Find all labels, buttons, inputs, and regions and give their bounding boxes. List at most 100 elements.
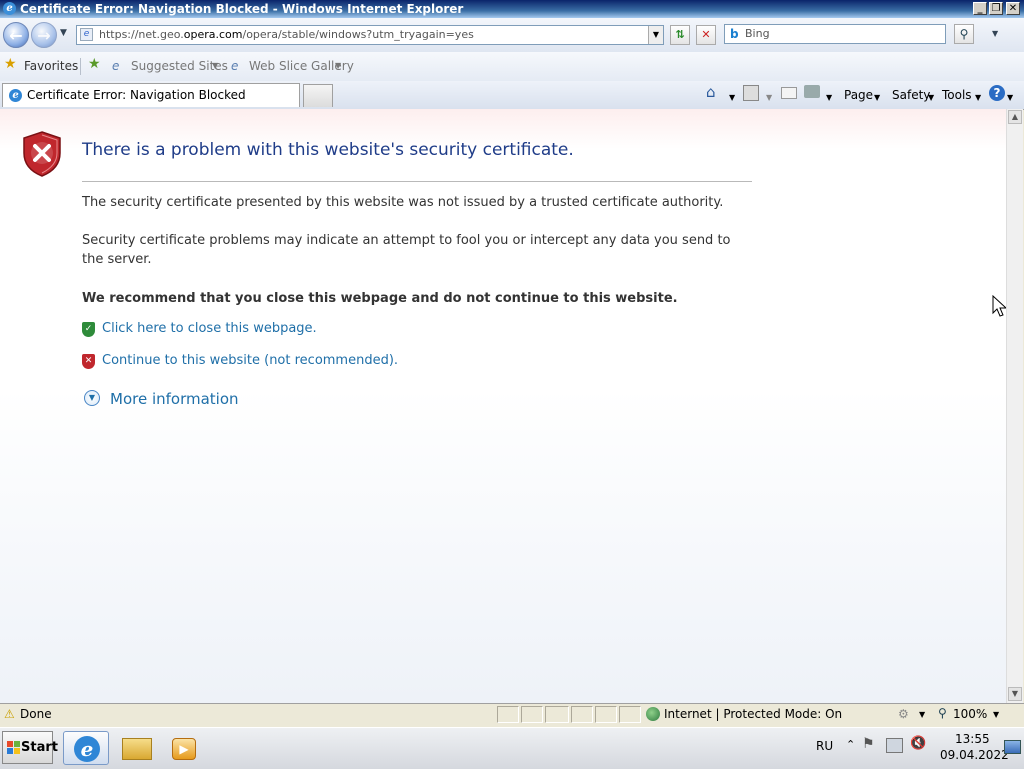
favorites-divider [80,58,81,75]
status-text: Done [20,707,52,721]
address-bar[interactable]: e https://net.geo.opera.com/opera/stable… [76,25,664,45]
restore-button[interactable]: ❐ [989,2,1003,15]
print-dropdown-icon[interactable]: ▼ [826,90,832,106]
address-url[interactable]: https://net.geo.opera.com/opera/stable/w… [99,26,474,44]
status-cell [619,706,641,723]
scroll-up-icon[interactable]: ▲ [1008,110,1022,124]
ie-slice-icon: e [231,59,239,73]
home-dropdown-icon[interactable]: ▼ [729,90,735,106]
suggested-sites-dropdown-icon[interactable]: ▼ [212,58,218,74]
print-icon[interactable] [804,85,820,98]
close-webpage-link[interactable]: Click here to close this webpage. [102,321,317,336]
help-icon[interactable]: ? [989,85,1005,101]
search-box[interactable]: b Bing [724,24,946,44]
tools-menu[interactable]: Tools [942,87,972,103]
tab-bar: e Certificate Error: Navigation Blocked … [0,81,1024,110]
new-tab-button[interactable] [303,84,333,107]
forward-arrow-icon: → [37,26,51,45]
favorites-button[interactable]: Favorites [24,58,78,74]
vertical-scrollbar[interactable]: ▲ ▼ [1006,109,1023,703]
read-mail-icon[interactable] [781,87,797,99]
close-window-button[interactable]: ✕ [1006,2,1020,15]
network-icon[interactable] [886,738,903,753]
action-center-flag-icon[interactable]: ⚑ [862,736,875,752]
tab-title: Certificate Error: Navigation Blocked [27,88,246,102]
warning-icon: ⚠ [4,707,15,721]
internet-explorer-taskbar-button[interactable]: e [63,731,109,765]
show-hidden-icons-icon[interactable]: ⌃ [846,738,855,751]
address-dropdown-icon[interactable]: ▼ [648,26,663,44]
title-bar[interactable]: e Certificate Error: Navigation Blocked … [0,0,1024,18]
clock-date[interactable]: 09.04.2022 [940,748,1009,762]
favorites-bar: ★ Favorites ★ e Suggested Sites ▼ e Web … [0,52,1024,81]
clock-time[interactable]: 13:55 [955,732,990,746]
start-label: Start [21,740,58,755]
status-cell [595,706,617,723]
zoom-icon[interactable]: ⚲ [938,706,947,720]
expand-chevron-icon[interactable]: ▼ [84,390,100,406]
minimize-button[interactable]: _ [973,2,987,15]
page-menu[interactable]: Page [844,87,873,103]
search-input[interactable]: Bing [745,25,770,43]
bing-logo-icon: b [730,27,739,41]
magnifier-icon: ⚲ [959,27,969,41]
refresh-button[interactable]: ⇅ [670,25,690,45]
stop-icon: ✕ [701,28,711,41]
zoom-dropdown-icon[interactable]: ▼ [993,710,999,719]
tab-ie-icon: e [9,89,22,102]
protected-mode-lock-icon[interactable]: ⚙ [898,707,909,721]
page-title: There is a problem with this website's s… [82,140,574,160]
explorer-taskbar-button[interactable] [114,731,160,765]
certificate-error-shield-icon [23,131,61,177]
scroll-down-icon[interactable]: ▼ [1008,687,1022,701]
status-cell [545,706,569,723]
tools-dropdown-icon[interactable]: ▼ [975,90,981,106]
refresh-icon: ⇅ [675,28,685,41]
zoom-level[interactable]: 100% [953,707,987,721]
feeds-icon[interactable] [743,85,759,101]
protected-mode-dropdown-icon[interactable]: ▼ [919,710,925,719]
back-arrow-icon: ← [9,26,23,45]
add-to-favorites-icon[interactable]: ★ [88,56,101,72]
safety-dropdown-icon[interactable]: ▼ [928,90,934,106]
search-button[interactable]: ⚲ [954,24,974,44]
ie-page-icon: e [112,59,120,73]
ie-taskbar-icon: e [74,736,100,762]
more-information-link[interactable]: More information [110,390,239,408]
taskbar: Start e ▶ RU ⌃ ⚑ 🔇 13:55 09.04.2022 [0,727,1024,769]
start-button[interactable]: Start [2,731,58,764]
forward-button[interactable]: → [31,22,57,48]
web-slice-dropdown-icon[interactable]: ▼ [335,58,341,74]
favorites-star-icon: ★ [4,56,17,72]
security-zone-text[interactable]: Internet | Protected Mode: On [664,707,842,721]
certificate-issue-text: The security certificate presented by th… [82,195,724,210]
internet-zone-globe-icon [646,707,660,721]
language-indicator[interactable]: RU [816,739,833,753]
tab-certificate-error[interactable]: e Certificate Error: Navigation Blocked [2,83,300,107]
navigation-bar: ← → ▼ e https://net.geo.opera.com/opera/… [0,18,1024,52]
folder-icon [122,738,152,760]
status-cell [571,706,593,723]
status-cell [521,706,543,723]
continue-to-website-link[interactable]: Continue to this website (not recommende… [102,353,398,368]
media-player-taskbar-button[interactable]: ▶ [160,731,206,765]
page-dropdown-icon[interactable]: ▼ [874,90,880,106]
recent-pages-dropdown-icon[interactable]: ▼ [60,28,67,38]
feeds-dropdown-icon[interactable]: ▼ [766,90,772,106]
safety-menu[interactable]: Safety [892,87,930,103]
unsafe-shield-icon: ✕ [82,354,95,369]
windows-logo-icon [7,741,21,755]
help-dropdown-icon[interactable]: ▼ [1007,90,1013,106]
show-desktop-icon[interactable] [1004,740,1021,754]
security-warning-text: Security certificate problems may indica… [82,233,731,267]
safe-shield-icon: ✓ [82,322,95,337]
volume-muted-icon[interactable]: 🔇 [910,736,926,751]
status-cell [497,706,519,723]
stop-button[interactable]: ✕ [696,25,716,45]
home-icon[interactable]: ⌂ [706,84,716,100]
search-options-dropdown-icon[interactable]: ▼ [992,29,998,38]
recommendation-text: We recommend that you close this webpage… [82,291,678,306]
status-bar: ⚠ Done Internet | Protected Mode: On ⚙ ▼… [0,703,1024,726]
window-title: Certificate Error: Navigation Blocked - … [20,2,464,16]
back-button[interactable]: ← [3,22,29,48]
